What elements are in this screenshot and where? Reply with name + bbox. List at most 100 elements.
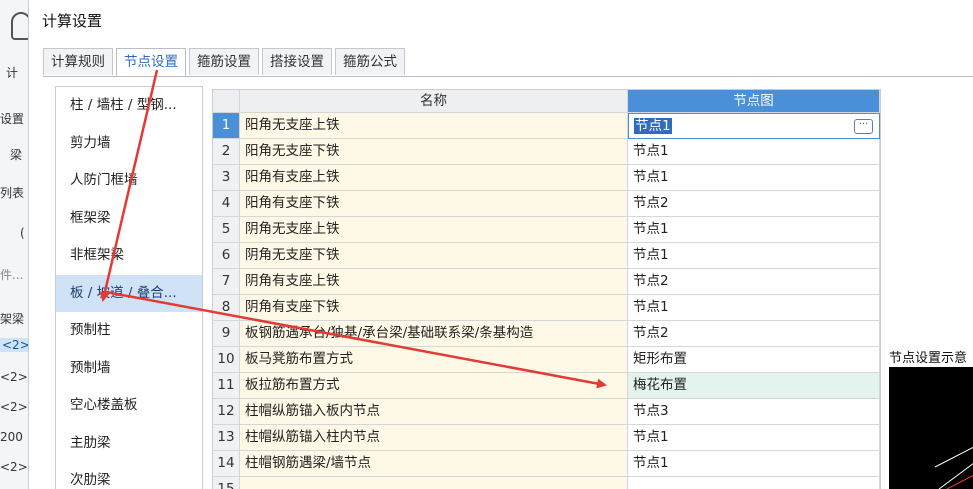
row-index: 2	[213, 139, 240, 165]
category-item[interactable]: 非框架梁	[56, 237, 202, 275]
row-name: 阴角无支座上铁	[240, 217, 628, 243]
row-name: 阴角无支座下铁	[240, 243, 628, 269]
grid-row[interactable]: 6 阴角无支座下铁 节点1	[213, 243, 880, 269]
bg-text: 列表	[0, 186, 25, 200]
category-item[interactable]: 次肋梁	[56, 462, 202, 489]
tab-node-settings[interactable]: 节点设置	[116, 48, 186, 77]
category-item[interactable]: 主肋梁	[56, 425, 202, 463]
row-node-value[interactable]: 梅花布置	[628, 373, 880, 399]
row-name: 板拉筋布置方式	[240, 373, 628, 399]
category-item[interactable]: 剪力墙	[56, 125, 202, 163]
grid-row[interactable]: 10 板马凳筋布置方式 矩形布置	[213, 347, 880, 373]
node-value-text: 节点1	[633, 429, 669, 445]
bg-text: <2>	[0, 370, 28, 384]
row-node-value[interactable]: 节点3	[628, 399, 880, 425]
row-index: 4	[213, 191, 240, 217]
row-name: 阳角有支座下铁	[240, 191, 628, 217]
header-node[interactable]: 节点图	[628, 90, 880, 113]
dialog-title: 计算设置	[42, 12, 103, 30]
row-index: 7	[213, 269, 240, 295]
row-name: 阳角有支座上铁	[240, 165, 628, 191]
row-node-value[interactable]	[628, 477, 880, 489]
row-node-value[interactable]: 节点1	[628, 217, 880, 243]
row-index: 6	[213, 243, 240, 269]
grid-row[interactable]: 2 阳角无支座下铁 节点1	[213, 139, 880, 165]
node-value-text: 节点1	[634, 118, 672, 134]
row-node-value[interactable]: 节点1 ···	[628, 113, 880, 139]
category-item[interactable]: 预制柱	[56, 312, 202, 350]
row-index: 13	[213, 425, 240, 451]
category-item[interactable]: 空心楼盖板	[56, 387, 202, 425]
tab-lap-settings[interactable]: 搭接设置	[262, 48, 332, 75]
ellipsis-button[interactable]: ···	[854, 119, 873, 134]
grid-row[interactable]: 5 阴角无支座上铁 节点1	[213, 217, 880, 243]
tab-stirrup-settings[interactable]: 箍筋设置	[189, 48, 259, 75]
preview-drawing	[934, 446, 973, 489]
category-item[interactable]: 人防门框墙	[56, 162, 202, 200]
row-name: 阳角无支座上铁	[240, 113, 628, 139]
tab-divider	[43, 76, 973, 77]
grid-row[interactable]: 7 阴角有支座上铁 节点2	[213, 269, 880, 295]
node-value-text: 节点1	[633, 299, 669, 315]
node-preview-panel: 节点设置示意	[882, 343, 973, 489]
row-node-value[interactable]: 节点1	[628, 425, 880, 451]
node-value-text: 梅花布置	[633, 377, 687, 393]
preview-title: 节点设置示意	[889, 351, 968, 366]
row-name: 柱帽纵筋锚入板内节点	[240, 399, 628, 425]
row-node-value[interactable]: 节点1	[628, 165, 880, 191]
row-name: 阴角有支座上铁	[240, 269, 628, 295]
row-name	[240, 477, 628, 489]
row-node-value[interactable]: 节点1	[628, 451, 880, 477]
row-node-value[interactable]: 节点2	[628, 269, 880, 295]
bg-text: 架梁	[0, 312, 25, 326]
category-item[interactable]: 柱 / 墙柱 / 型钢...	[56, 87, 202, 125]
row-name: 柱帽钢筋遇梁/墙节点	[240, 451, 628, 477]
node-value-text: 节点2	[633, 273, 669, 289]
row-node-value[interactable]: 节点1	[628, 139, 880, 165]
row-index: 14	[213, 451, 240, 477]
header-index-cell	[213, 90, 240, 113]
row-index: 8	[213, 295, 240, 321]
grid-row[interactable]: 8 阴角有支座下铁 节点1	[213, 295, 880, 321]
grid-row[interactable]: 9 板钢筋遇承台/独基/承台梁/基础联系梁/条基构造 节点2	[213, 321, 880, 347]
row-name: 柱帽纵筋锚入柱内节点	[240, 425, 628, 451]
row-name: 板钢筋遇承台/独基/承台梁/基础联系梁/条基构造	[240, 321, 628, 347]
row-index: 15	[213, 477, 240, 489]
bg-text: <2>	[0, 400, 28, 414]
bg-text: 设置	[0, 112, 25, 126]
grid-row[interactable]: 13 柱帽纵筋锚入柱内节点 节点1	[213, 425, 880, 451]
grid-row[interactable]: 15	[213, 477, 880, 489]
tab-stirrup-formula[interactable]: 箍筋公式	[335, 48, 405, 75]
category-item-selected[interactable]: 板 / 坡道 / 叠合...	[56, 274, 202, 312]
preview-line-red	[946, 474, 973, 489]
node-value-text: 节点2	[633, 325, 669, 341]
row-index: 1	[213, 113, 240, 139]
grid-row[interactable]: 11 板拉筋布置方式 梅花布置	[213, 373, 880, 399]
bg-text: 梁	[10, 148, 23, 162]
category-item[interactable]: 框架梁	[56, 200, 202, 238]
node-settings-grid: 名称 节点图 1 阳角无支座上铁 节点1 ··· 2 阳角无支座下铁 节点1 3 阳角有支座上铁…	[212, 89, 881, 489]
row-index: 10	[213, 347, 240, 373]
category-item[interactable]: 预制墙	[56, 350, 202, 388]
node-value-text: 矩形布置	[633, 351, 687, 367]
preview-line	[938, 463, 973, 489]
grid-row[interactable]: 3 阳角有支座上铁 节点1	[213, 165, 880, 191]
grid-row[interactable]: 1 阳角无支座上铁 节点1 ···	[213, 113, 880, 139]
grid-row[interactable]: 14 柱帽钢筋遇梁/墙节点 节点1	[213, 451, 880, 477]
tab-calc-rules[interactable]: 计算规则	[43, 48, 113, 75]
row-node-value[interactable]: 矩形布置	[628, 347, 880, 373]
row-node-value[interactable]: 节点1	[628, 295, 880, 321]
row-index: 12	[213, 399, 240, 425]
row-node-value[interactable]: 节点1	[628, 243, 880, 269]
node-value-text: 节点1	[633, 169, 669, 185]
grid-row[interactable]: 12 柱帽纵筋锚入板内节点 节点3	[213, 399, 880, 425]
preview-canvas	[889, 367, 973, 489]
row-node-value[interactable]: 节点2	[628, 191, 880, 217]
node-value-text: 节点1	[633, 455, 669, 471]
row-index: 11	[213, 373, 240, 399]
row-node-value[interactable]: 节点2	[628, 321, 880, 347]
grid-row[interactable]: 4 阳角有支座下铁 节点2	[213, 191, 880, 217]
tab-bar: 计算规则 节点设置 箍筋设置 搭接设置 箍筋公式	[43, 48, 408, 77]
header-name[interactable]: 名称	[240, 90, 628, 113]
node-value-text: 节点1	[633, 221, 669, 237]
